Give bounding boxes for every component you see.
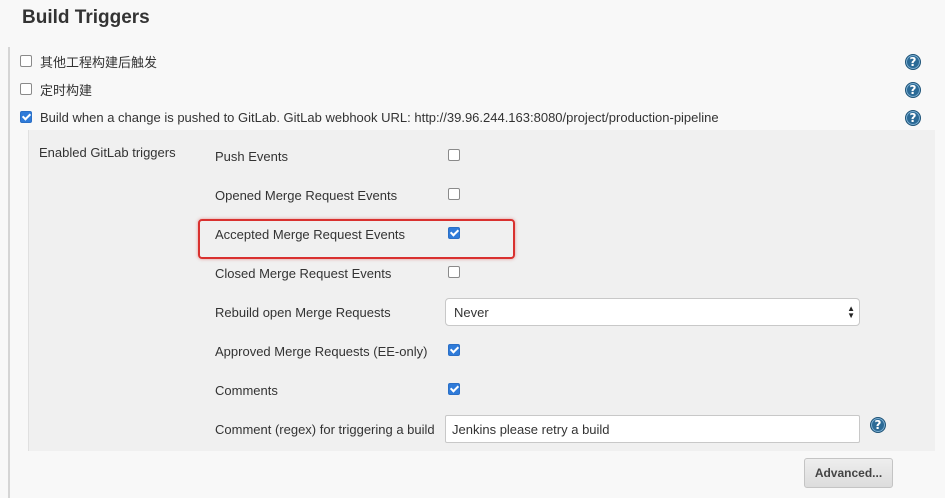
checkbox-scheduled-build[interactable] [20, 83, 32, 95]
option-scheduled-build[interactable]: 定时构建 [20, 80, 92, 98]
option-gitlab-push[interactable]: Build when a change is pushed to GitLab.… [20, 108, 719, 126]
checkbox-push-events[interactable] [448, 149, 460, 161]
trigger-label-opened-mr: Opened Merge Request Events [215, 188, 398, 203]
help-icon-scheduled[interactable]: ? [905, 82, 921, 98]
option-label: 定时构建 [40, 82, 93, 98]
help-icon-post-build[interactable]: ? [905, 54, 921, 70]
trigger-label-closed-mr: Closed Merge Request Events [215, 266, 392, 281]
checkbox-closed-mr[interactable] [448, 266, 460, 278]
checkbox-opened-mr[interactable] [448, 188, 460, 200]
help-icon-comment-regex[interactable]: ? [870, 417, 886, 433]
comment-regex-label: Comment (regex) for triggering a build [215, 422, 435, 437]
approved-mr-label: Approved Merge Requests (EE-only) [215, 344, 428, 359]
enabled-triggers-label: Enabled GitLab triggers [39, 145, 176, 160]
checkbox-post-build-trigger[interactable] [20, 55, 32, 67]
section-title: Build Triggers [22, 7, 150, 28]
option-label: Build when a change is pushed to GitLab.… [40, 109, 719, 125]
option-label: 其他工程构建后触发 [40, 54, 158, 70]
comments-label: Comments [215, 383, 278, 398]
rebuild-mr-select[interactable]: Never ▲ ▼ [445, 298, 860, 326]
checkbox-approved-mr[interactable] [448, 344, 460, 356]
option-post-build-trigger[interactable]: 其他工程构建后触发 [20, 52, 157, 70]
trigger-label-push: Push Events [215, 149, 288, 164]
highlight-box [198, 219, 515, 259]
advanced-button[interactable]: Advanced... [804, 458, 893, 488]
help-icon-gitlab[interactable]: ? [905, 110, 921, 126]
checkbox-comments[interactable] [448, 383, 460, 395]
comment-regex-input[interactable] [445, 415, 860, 443]
select-arrows-icon: ▲ ▼ [847, 304, 855, 320]
rebuild-mr-value: Never [454, 304, 489, 320]
rebuild-mr-label: Rebuild open Merge Requests [215, 305, 391, 320]
checkbox-gitlab-push[interactable] [20, 111, 32, 123]
gitlab-triggers-panel [28, 130, 935, 451]
